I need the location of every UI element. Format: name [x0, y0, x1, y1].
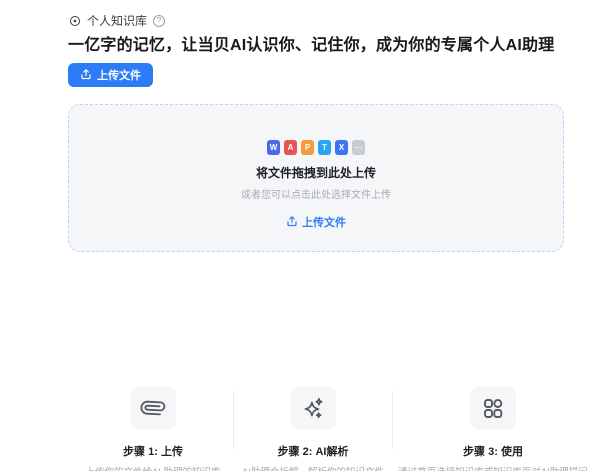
paperclip-icon: [130, 386, 176, 430]
file-dropzone[interactable]: W A P T X ⋯ 将文件拖拽到此处上传 或者您可以点击此处选择文件上传 上…: [68, 104, 564, 252]
steps-section: 步骤 1: 上传 上传你的文件给AI 助理的知识库 步骤 2: AI解析 AI助…: [73, 386, 593, 471]
upload-link-label: 上传文件: [302, 214, 346, 230]
help-icon[interactable]: ?: [153, 15, 165, 27]
sparkles-icon: [290, 386, 336, 430]
step-ai-parse: 步骤 2: AI解析 AI助理会拆解、解析你的知识文件: [234, 386, 392, 471]
step-use: 步骤 3: 使用 通过首页选择知识库或知识库页对AI助理提问: [393, 386, 593, 471]
knowledge-base-icon: [69, 15, 81, 27]
dropzone-subtitle: 或者您可以点击此处选择文件上传: [69, 186, 563, 201]
txt-file-icon: T: [318, 140, 331, 155]
file-type-icons: W A P T X ⋯: [69, 140, 563, 155]
step-title: 步骤 3: 使用: [393, 443, 593, 459]
upload-button-label: 上传文件: [97, 67, 141, 83]
personal-knowledge-base-page: 个人知识库 ? 一亿字的记忆，让当贝AI认识你、记住你，成为你的专属个人AI助理…: [0, 0, 600, 471]
grid-icon: [470, 386, 516, 430]
dropzone-title: 将文件拖拽到此处上传: [69, 164, 563, 181]
more-file-types-icon: ⋯: [352, 140, 365, 155]
breadcrumb: 个人知识库 ?: [69, 12, 165, 29]
upload-file-button[interactable]: 上传文件: [68, 63, 153, 87]
section-title: 个人知识库: [87, 12, 147, 29]
upload-file-link[interactable]: 上传文件: [286, 214, 346, 230]
step-description: 上传你的文件给AI 助理的知识库: [73, 464, 233, 471]
upload-icon: [80, 68, 92, 83]
xls-file-icon: X: [335, 140, 348, 155]
step-upload: 步骤 1: 上传 上传你的文件给AI 助理的知识库: [73, 386, 233, 471]
step-description: AI助理会拆解、解析你的知识文件: [234, 464, 392, 471]
step-title: 步骤 2: AI解析: [234, 443, 392, 459]
word-file-icon: W: [267, 140, 280, 155]
page-title: 一亿字的记忆，让当贝AI认识你、记住你，成为你的专属个人AI助理: [68, 31, 588, 55]
step-description: 通过首页选择知识库或知识库页对AI助理提问: [393, 464, 593, 471]
ppt-file-icon: P: [301, 140, 314, 155]
upload-icon: [286, 215, 298, 230]
step-title: 步骤 1: 上传: [73, 443, 233, 459]
pdf-file-icon: A: [284, 140, 297, 155]
